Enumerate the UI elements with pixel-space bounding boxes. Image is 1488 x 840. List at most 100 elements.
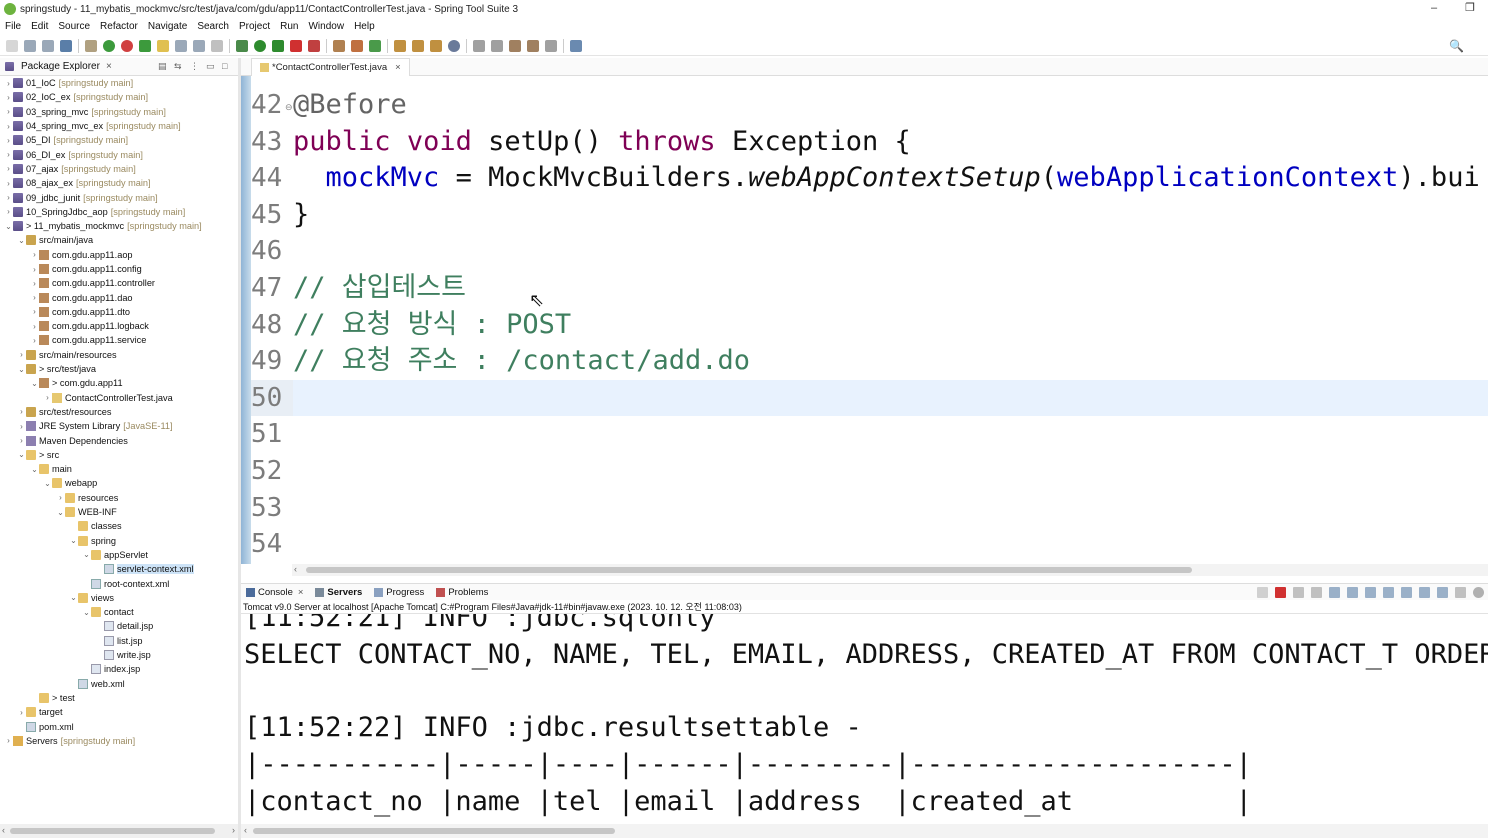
- search-tool-icon[interactable]: [430, 39, 442, 52]
- show-on-error-icon[interactable]: [1383, 587, 1394, 598]
- scrollbar-thumb[interactable]: [253, 828, 615, 834]
- tree-item[interactable]: › target: [0, 705, 238, 719]
- new-java-project-icon[interactable]: [369, 39, 381, 52]
- tree-item[interactable]: › com.gdu.app11.aop: [0, 248, 238, 262]
- expanded-chevron-icon[interactable]: ⌄: [43, 479, 52, 488]
- external-tools-icon[interactable]: [308, 39, 320, 52]
- open-console-icon[interactable]: [1437, 587, 1448, 598]
- collapsed-chevron-icon[interactable]: ›: [4, 193, 13, 202]
- tree-item[interactable]: › com.gdu.app11.logback: [0, 319, 238, 333]
- collapsed-chevron-icon[interactable]: ›: [30, 250, 39, 259]
- tree-item[interactable]: › src/main/resources: [0, 348, 238, 362]
- tree-item[interactable]: › 08_ajax_ex [springstudy main]: [0, 176, 238, 190]
- web-browser-icon[interactable]: [448, 39, 460, 52]
- collapsed-chevron-icon[interactable]: ›: [30, 265, 39, 274]
- collapsed-chevron-icon[interactable]: ›: [4, 207, 13, 216]
- tree-item[interactable]: › src/test/resources: [0, 405, 238, 419]
- expanded-chevron-icon[interactable]: ⌄: [82, 550, 91, 559]
- collapsed-chevron-icon[interactable]: ›: [30, 322, 39, 331]
- next-annotation-icon[interactable]: [473, 39, 485, 52]
- tree-item[interactable]: ⌄ WEB-INF: [0, 505, 238, 519]
- tree-item[interactable]: › ContactControllerTest.java: [0, 391, 238, 405]
- menu-edit[interactable]: Edit: [31, 21, 48, 32]
- tree-item[interactable]: ⌄ appServlet: [0, 548, 238, 562]
- editor-tab-contactcontrollertest[interactable]: *ContactControllerTest.java ×: [251, 58, 410, 76]
- tree-item[interactable]: › resources: [0, 491, 238, 505]
- skip-breakpoints-icon[interactable]: [85, 39, 97, 52]
- remove-launch-icon[interactable]: [1257, 587, 1268, 598]
- menu-help[interactable]: Help: [354, 21, 375, 32]
- tree-item[interactable]: › Servers [springstudy main]: [0, 734, 238, 748]
- collapsed-chevron-icon[interactable]: ›: [4, 164, 13, 173]
- menu-search[interactable]: Search: [197, 21, 229, 32]
- run-icon[interactable]: [254, 39, 266, 52]
- pin-editor-icon[interactable]: [570, 39, 582, 52]
- relaunch-icon[interactable]: [121, 39, 133, 52]
- expanded-chevron-icon[interactable]: ⌄: [30, 379, 39, 388]
- spring-boot-dashboard-icon[interactable]: [103, 39, 115, 52]
- new-class-icon[interactable]: [351, 39, 363, 52]
- tree-item[interactable]: › 07_ajax [springstudy main]: [0, 162, 238, 176]
- collapsed-chevron-icon[interactable]: ›: [17, 422, 26, 431]
- minimize-button[interactable]: –: [1416, 0, 1452, 18]
- tree-item[interactable]: index.jsp: [0, 662, 238, 676]
- tree-item[interactable]: › 02_IoC_ex [springstudy main]: [0, 90, 238, 104]
- tab-servers[interactable]: Servers: [315, 587, 362, 598]
- tree-item[interactable]: ⌄ src/main/java: [0, 233, 238, 247]
- collapsed-chevron-icon[interactable]: ›: [17, 407, 26, 416]
- tree-item[interactable]: › 06_DI_ex [springstudy main]: [0, 147, 238, 161]
- tree-item[interactable]: › 01_IoC [springstudy main]: [0, 76, 238, 90]
- code-area[interactable]: @Before public void setUp() throws Except…: [293, 76, 1488, 564]
- collapse-all-icon[interactable]: ▤: [158, 61, 168, 71]
- tab-console[interactable]: Console ×: [246, 587, 303, 598]
- tree-item[interactable]: ⌄ webapp: [0, 476, 238, 490]
- tree-item[interactable]: › com.gdu.app11.controller: [0, 276, 238, 290]
- tree-item[interactable]: ⌄ > src: [0, 448, 238, 462]
- collapsed-chevron-icon[interactable]: ›: [30, 279, 39, 288]
- collapsed-chevron-icon[interactable]: ›: [30, 336, 39, 345]
- console-output[interactable]: [11:52:21] INFO :jdbc.sqlonly SELECT CONT…: [241, 614, 1488, 824]
- last-edit-icon[interactable]: [509, 39, 521, 52]
- tree-item[interactable]: › 10_SpringJdbc_aop [springstudy main]: [0, 205, 238, 219]
- tree-item[interactable]: › 04_spring_mvc_ex [springstudy main]: [0, 119, 238, 133]
- scroll-right-icon[interactable]: ›: [232, 825, 235, 835]
- tree-item[interactable]: › Maven Dependencies: [0, 433, 238, 447]
- tree-item[interactable]: ⌄ spring: [0, 534, 238, 548]
- expanded-chevron-icon[interactable]: ⌄: [17, 450, 26, 459]
- code-line[interactable]: public void setUp() throws Exception {: [293, 124, 911, 160]
- back-icon[interactable]: [527, 39, 539, 52]
- maximize-view-icon[interactable]: □: [222, 61, 232, 71]
- tree-item[interactable]: › com.gdu.app11.dto: [0, 305, 238, 319]
- expanded-chevron-icon[interactable]: ⌄: [17, 365, 26, 374]
- code-line[interactable]: @Before: [293, 87, 407, 123]
- scroll-left-icon[interactable]: ‹: [294, 564, 297, 574]
- collapsed-chevron-icon[interactable]: ›: [4, 150, 13, 159]
- word-wrap-icon[interactable]: [1347, 587, 1358, 598]
- expanded-chevron-icon[interactable]: ⌄: [69, 536, 78, 545]
- scrollbar-thumb[interactable]: [10, 828, 215, 834]
- minimize-view-icon[interactable]: [1455, 587, 1466, 598]
- expanded-chevron-icon[interactable]: ⌄: [82, 608, 91, 617]
- tree-item[interactable]: ⌄ contact: [0, 605, 238, 619]
- console-scrollbar[interactable]: ‹: [241, 824, 1488, 838]
- tree-item[interactable]: pom.xml: [0, 719, 238, 733]
- settings-icon[interactable]: [1473, 587, 1484, 598]
- collapsed-chevron-icon[interactable]: ›: [4, 136, 13, 145]
- collapsed-chevron-icon[interactable]: ›: [30, 293, 39, 302]
- save-all-icon[interactable]: [42, 39, 54, 52]
- open-task-icon[interactable]: [412, 39, 424, 52]
- menu-window[interactable]: Window: [308, 21, 344, 32]
- tab-progress[interactable]: Progress: [374, 587, 424, 598]
- tree-item[interactable]: › com.gdu.app11.dao: [0, 290, 238, 304]
- pin-console-icon[interactable]: [1401, 587, 1412, 598]
- menu-navigate[interactable]: Navigate: [148, 21, 187, 32]
- scroll-left-icon[interactable]: ‹: [244, 825, 247, 835]
- coverage-icon[interactable]: [272, 39, 284, 52]
- scroll-left-icon[interactable]: ‹: [2, 825, 5, 835]
- whitespace-icon[interactable]: [211, 39, 223, 52]
- toggle-mark-icon[interactable]: [175, 39, 187, 52]
- expanded-chevron-icon[interactable]: ⌄: [69, 593, 78, 602]
- expanded-chevron-icon[interactable]: ⌄: [30, 465, 39, 474]
- scrollbar-thumb[interactable]: [306, 567, 1192, 573]
- filter-icon[interactable]: ⋮: [190, 61, 200, 71]
